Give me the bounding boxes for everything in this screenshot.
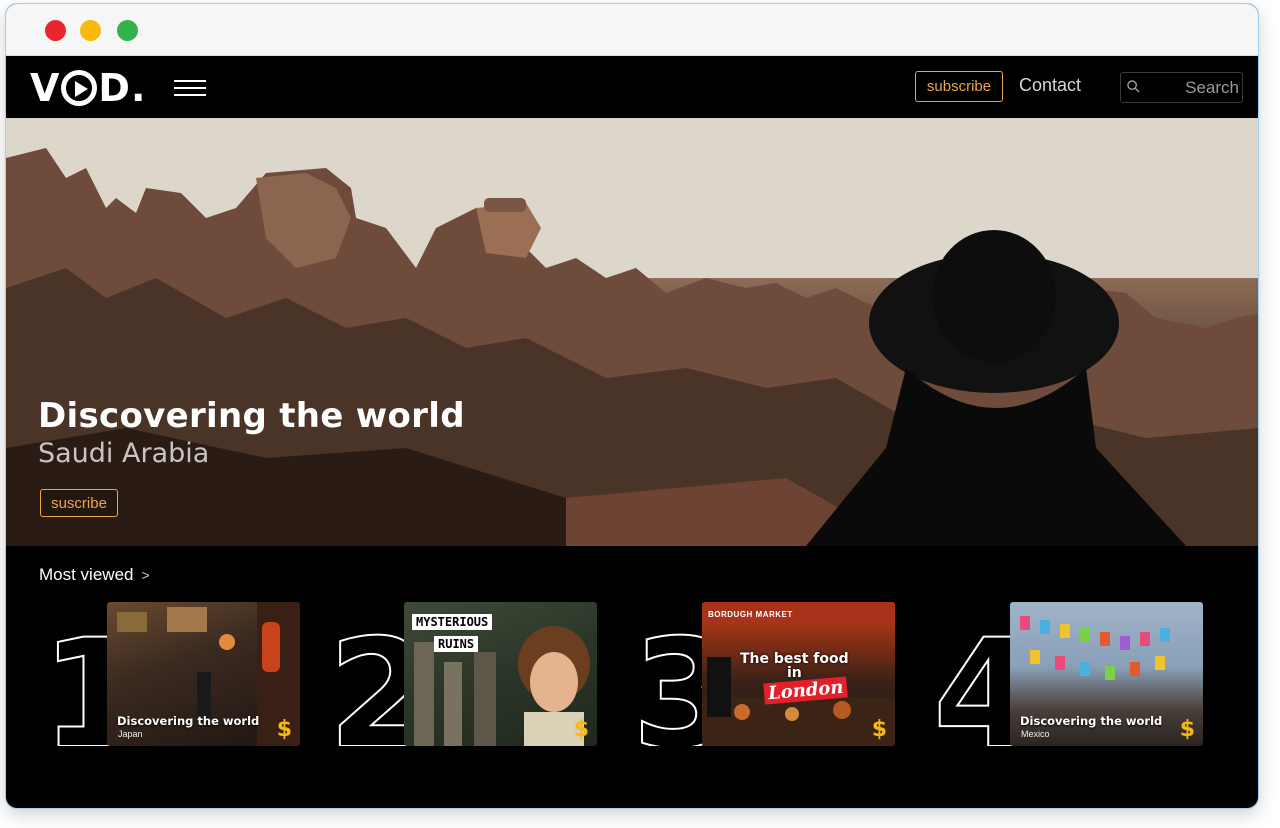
close-window-button[interactable] xyxy=(45,20,66,41)
hamburger-menu-icon[interactable] xyxy=(174,80,206,98)
most-viewed-heading[interactable]: Most viewed > xyxy=(39,565,150,585)
most-viewed-card-3[interactable]: 3 BORDUGH MARKET The best food in London … xyxy=(632,602,896,746)
food-headline: The best food in xyxy=(740,651,849,681)
hero-subscribe-button[interactable]: suscribe xyxy=(40,489,118,517)
card-location: Mexico xyxy=(1021,729,1050,739)
most-viewed-card-1[interactable]: 1 Discovering the world Japan $ xyxy=(39,602,301,746)
thumbnail-ruins[interactable]: MYSTERIOUS RUINS $ xyxy=(404,602,597,746)
card-location: Japan xyxy=(118,729,143,739)
play-icon xyxy=(61,70,98,106)
minimize-window-button[interactable] xyxy=(80,20,101,41)
hero-banner: Discovering the world Saudi Arabia suscr… xyxy=(6,118,1258,546)
premium-dollar-icon: $ xyxy=(871,717,887,742)
premium-dollar-icon: $ xyxy=(1179,717,1195,742)
most-viewed-card-2[interactable]: 2 MYSTERIOUS RUINS $ xyxy=(334,602,598,746)
most-viewed-label: Most viewed xyxy=(39,565,134,584)
hero-title: Discovering the world xyxy=(38,396,465,436)
market-sign: BORDUGH MARKET xyxy=(708,610,793,619)
card-caption: Discovering the world xyxy=(1020,714,1163,728)
search-icon xyxy=(1127,80,1140,93)
subscribe-button[interactable]: subscribe xyxy=(915,71,1003,102)
ruins-tag-mysterious: MYSTERIOUS xyxy=(412,614,493,630)
top-navbar: V D. subscribe Contact xyxy=(6,56,1258,118)
hero-landscape-image xyxy=(6,118,1258,546)
premium-dollar-icon: $ xyxy=(573,717,589,742)
thumbnail-mexico[interactable]: Discovering the world Mexico $ xyxy=(1010,602,1203,746)
most-viewed-card-4[interactable]: 4 Discovering the world Mexico $ xyxy=(933,602,1203,746)
thumbnail-japan[interactable]: Discovering the world Japan $ xyxy=(107,602,300,746)
ruins-tag-ruins: RUINS xyxy=(434,636,479,652)
browser-window: VD. subscribe Contact Discovering the wo… xyxy=(5,3,1259,809)
premium-dollar-icon: $ xyxy=(276,717,292,742)
chevron-right-icon: > xyxy=(141,567,150,583)
maximize-window-button[interactable] xyxy=(117,20,138,41)
search-box[interactable] xyxy=(1120,72,1243,103)
card-caption: Discovering the world xyxy=(117,714,260,728)
contact-link[interactable]: Contact xyxy=(1019,75,1081,96)
thumbnail-london[interactable]: BORDUGH MARKET The best food in London $ xyxy=(702,602,895,746)
window-titlebar xyxy=(6,4,1258,56)
hero-subtitle: Saudi Arabia xyxy=(38,438,210,469)
vod-logo[interactable]: V D. xyxy=(30,66,146,110)
search-input[interactable] xyxy=(1145,76,1239,100)
